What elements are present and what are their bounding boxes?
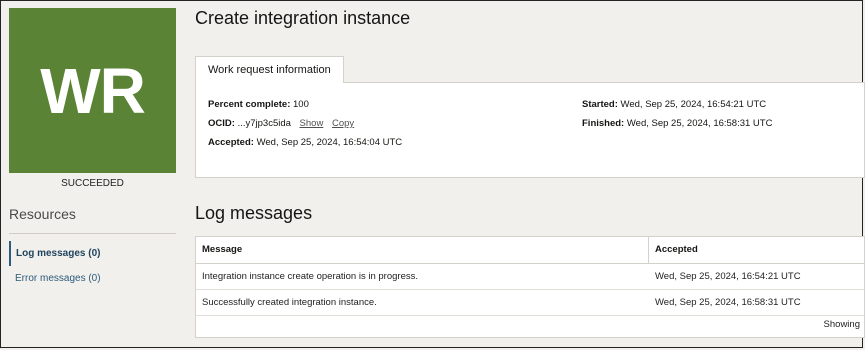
finished-label: Finished: xyxy=(582,118,625,129)
resources-title: Resources xyxy=(9,206,76,222)
work-request-badge: WR xyxy=(9,8,176,173)
log-messages-heading: Log messages xyxy=(195,203,313,223)
table-footer-showing: Showing xyxy=(823,319,860,330)
started-value: Wed, Sep 25, 2024, 16:54:21 UTC xyxy=(620,99,767,110)
finished-field: Finished: Wed, Sep 25, 2024, 16:58:31 UT… xyxy=(582,118,772,129)
accepted-label: Accepted: xyxy=(208,137,254,148)
log-messages-table: Message Accepted Integration instance cr… xyxy=(195,236,865,338)
resources-item-error-messages[interactable]: Error messages (0) xyxy=(9,266,176,291)
row-message: Integration instance create operation is… xyxy=(202,271,418,282)
ocid-copy-link[interactable]: Copy xyxy=(332,118,354,129)
row-accepted: Wed, Sep 25, 2024, 16:58:31 UTC xyxy=(655,297,801,308)
column-header-message[interactable]: Message xyxy=(196,237,242,263)
started-field: Started: Wed, Sep 25, 2024, 16:54:21 UTC xyxy=(582,99,766,110)
accepted-value: Wed, Sep 25, 2024, 16:54:04 UTC xyxy=(256,137,403,148)
percent-complete-value: 100 xyxy=(293,99,309,110)
percent-complete-label: Percent complete: xyxy=(208,99,291,110)
started-label: Started: xyxy=(582,99,618,110)
ocid-show-link[interactable]: Show xyxy=(300,118,324,129)
table-row: Successfully created integration instanc… xyxy=(196,290,864,316)
table-row: Integration instance create operation is… xyxy=(196,264,864,290)
page-title: Create integration instance xyxy=(195,8,411,28)
row-accepted: Wed, Sep 25, 2024, 16:54:21 UTC xyxy=(655,271,801,282)
status-label: SUCCEEDED xyxy=(61,178,124,189)
ocid-label: OCID: xyxy=(208,118,235,129)
column-header-accepted[interactable]: Accepted xyxy=(649,237,698,263)
work-request-info-panel: Percent complete: 100 OCID: ...y7jp3c5id… xyxy=(195,82,865,178)
resources-item-log-messages[interactable]: Log messages (0) xyxy=(9,241,176,266)
ocid-value: ...y7jp3c5ida xyxy=(237,118,291,129)
row-message: Successfully created integration instanc… xyxy=(202,297,377,308)
accepted-field: Accepted: Wed, Sep 25, 2024, 16:54:04 UT… xyxy=(208,137,402,148)
finished-value: Wed, Sep 25, 2024, 16:58:31 UTC xyxy=(626,118,773,129)
percent-complete-field: Percent complete: 100 xyxy=(208,99,309,110)
table-header: Message Accepted xyxy=(196,237,864,264)
badge-initials: WR xyxy=(40,54,146,127)
tab-work-request-information[interactable]: Work request information xyxy=(195,56,344,83)
ocid-field: OCID: ...y7jp3c5ida Show Copy xyxy=(208,118,354,129)
resources-divider xyxy=(9,233,176,234)
resources-nav: Log messages (0) Error messages (0) xyxy=(9,241,176,291)
